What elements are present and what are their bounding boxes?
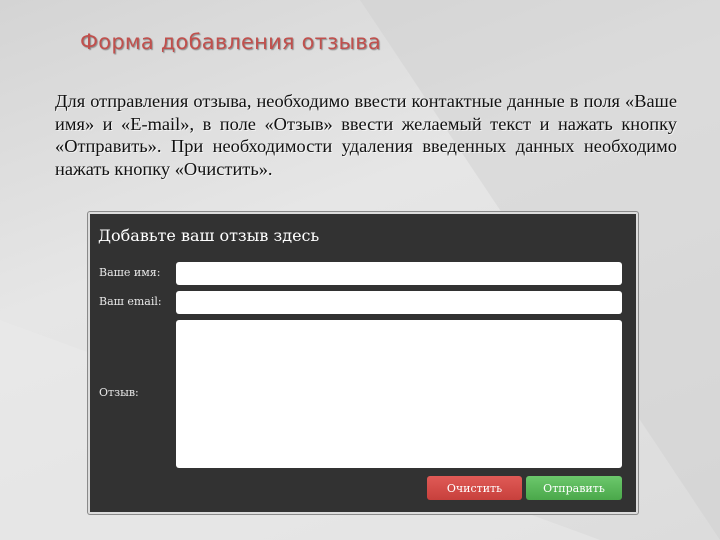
review-label: Отзыв: (99, 386, 139, 399)
review-form-panel: Добавьте ваш отзыв здесь Ваше имя: Ваш e… (88, 212, 638, 514)
review-textarea[interactable] (176, 320, 622, 468)
clear-button[interactable]: Очистить (427, 476, 522, 500)
clear-button-label: Очистить (446, 481, 503, 495)
slide-description: Для отправления отзыва, необходимо ввест… (55, 91, 677, 179)
email-label: Ваш email: (99, 295, 162, 308)
name-input[interactable] (176, 262, 622, 285)
submit-button[interactable]: Отправить (526, 476, 622, 500)
email-input[interactable] (176, 291, 622, 314)
name-label: Ваше имя: (99, 266, 161, 279)
form-header: Добавьте ваш отзыв здесь (98, 226, 320, 245)
slide-title: Форма добавления отзыва (80, 30, 381, 54)
submit-button-label: Отправить (543, 481, 605, 495)
